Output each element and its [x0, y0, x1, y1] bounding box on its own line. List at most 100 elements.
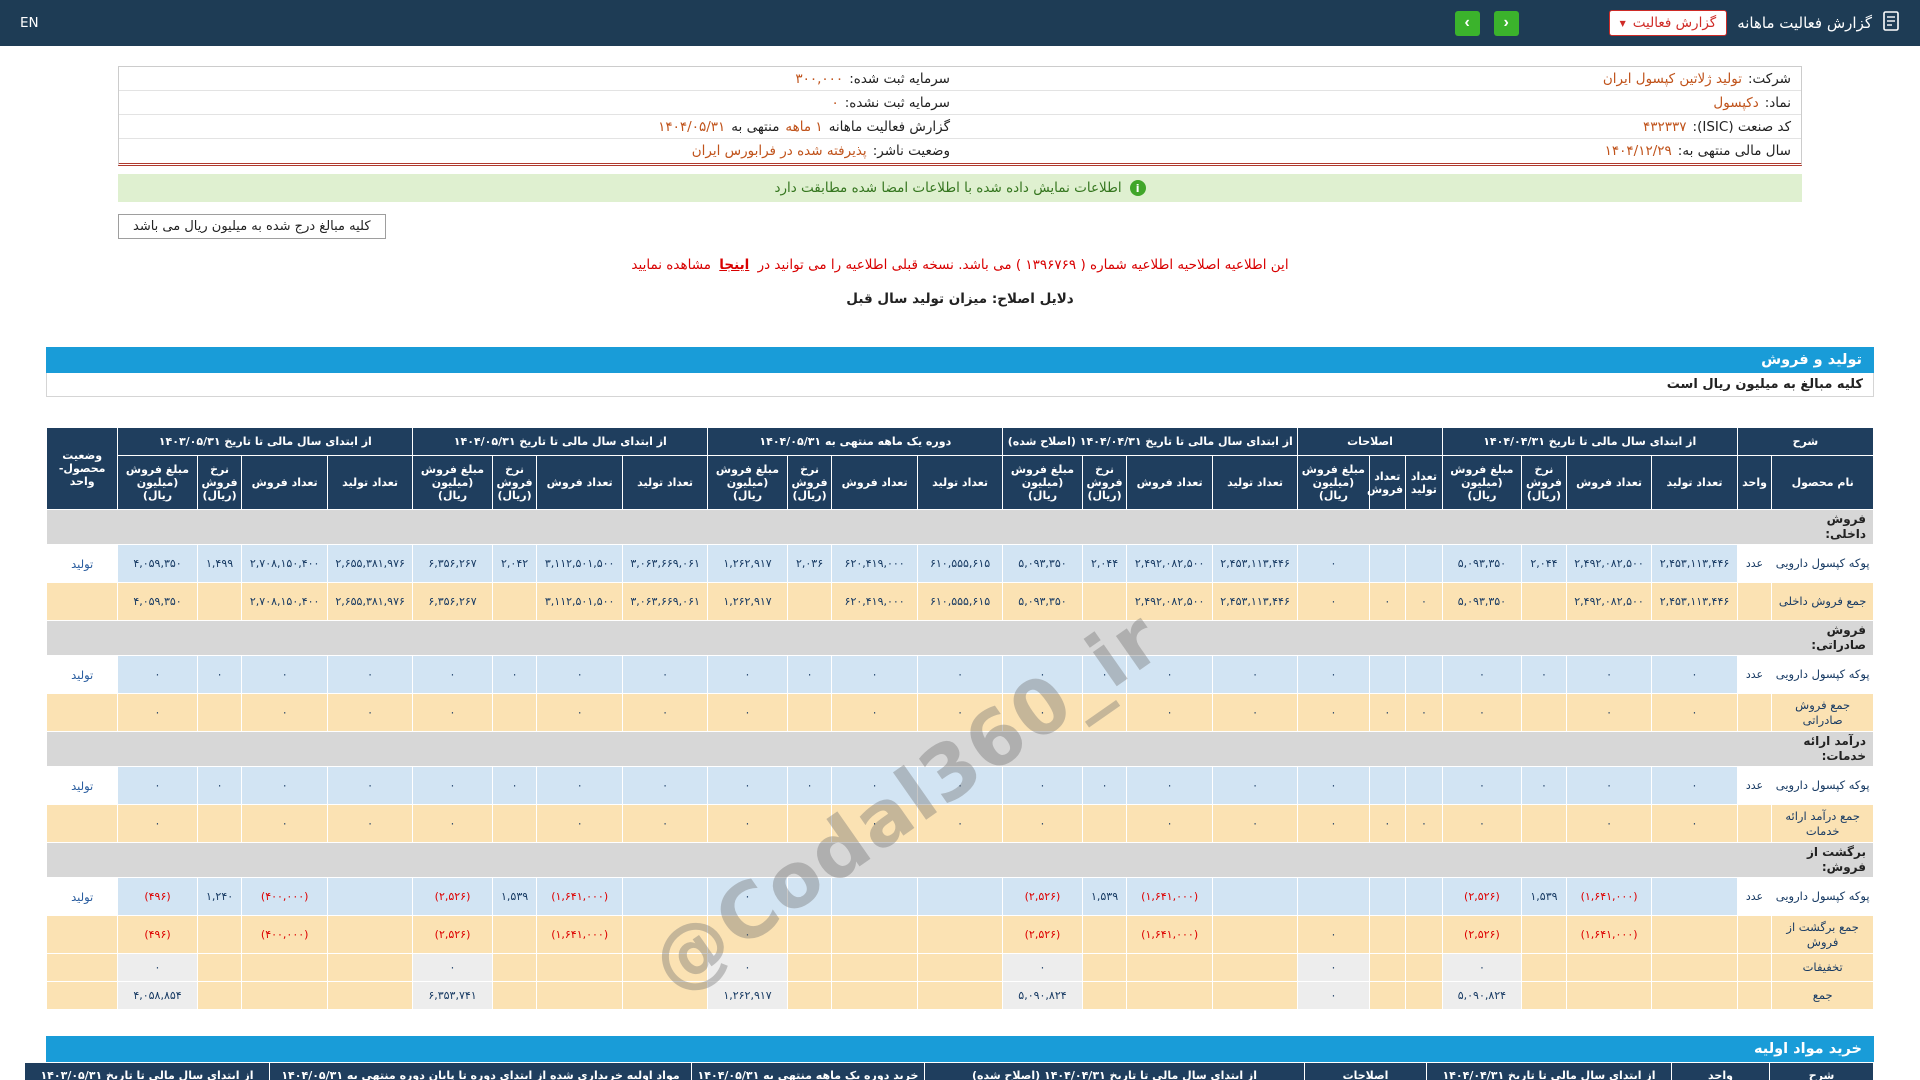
value-cell	[1126, 981, 1213, 1010]
value-cell: ۰	[621, 693, 709, 732]
cell-value: ۰	[744, 668, 751, 681]
cell-value: ۰	[367, 706, 374, 719]
value-cell: ۰	[1565, 766, 1653, 805]
value-cell: ۰	[916, 804, 1004, 843]
section-row: فروش داخلی:	[46, 509, 1874, 545]
value-cell: ۰	[1368, 582, 1407, 621]
value-cell	[1368, 915, 1407, 954]
group-header-cell: از ابتدای سال مالی تا تاریخ ۱۴۰۴/۰۴/۳۱ (…	[1002, 427, 1299, 456]
value-cell: ۰	[1651, 655, 1738, 694]
cell-value: ۰	[1691, 706, 1698, 719]
value-cell: ۵,۰۹۳,۳۵۰	[1002, 544, 1083, 583]
sub-header-cell: تعداد تولید	[1651, 455, 1738, 510]
value-cell	[196, 981, 243, 1010]
value-cell: ۰	[1441, 953, 1523, 982]
sub-header-cell: تعداد فروش	[536, 455, 623, 510]
cell-value: ۰	[1541, 779, 1547, 792]
cell-value: ۰	[1606, 668, 1613, 681]
cell-value: ۰	[662, 668, 669, 681]
cell-value: ۰	[1101, 668, 1108, 681]
cell-value: ۰	[154, 668, 161, 681]
cell-value: ۲,۴۹۲,۰۸۲,۵۰۰	[1134, 557, 1205, 570]
value-cell	[1405, 766, 1443, 805]
value-cell	[241, 953, 328, 982]
value-cell: ۳,۱۱۲,۵۰۱,۵۰۰	[536, 582, 623, 621]
cell-value: ۰	[1039, 668, 1046, 681]
cell-value: ۰	[662, 817, 669, 830]
value-cell: ۱,۵۳۹	[491, 877, 538, 916]
cell-value: ۰	[1478, 779, 1485, 792]
report-type-badge[interactable]: گزارش فعالیت ▼	[1608, 10, 1728, 36]
cell-value: ۰	[744, 779, 751, 792]
value-cell: (۲,۵۲۶)	[412, 877, 493, 916]
product-name-cell: تخفیفات	[1771, 953, 1874, 982]
cell-value: ۵,۰۹۰,۸۲۴	[1018, 989, 1067, 1002]
value-cell: ۰	[491, 766, 538, 805]
value-cell	[1211, 953, 1299, 982]
cell-value: ۰	[449, 706, 456, 719]
cell-value: ۶۱۰,۵۵۵,۶۱۵	[929, 557, 991, 570]
cell-value: ۰	[871, 706, 878, 719]
cell-value: ۵,۰۹۳,۳۵۰	[1018, 595, 1067, 608]
cell-value: ۰	[1691, 779, 1698, 792]
group-header-cell: از ابتدای سال مالی تا تاریخ ۱۴۰۴/۰۴/۳۱	[1441, 427, 1738, 456]
cell-value: ۰	[154, 706, 161, 719]
status-header-cell: وضعیت محصول-واحد	[45, 427, 119, 510]
cell-value: ۰	[367, 817, 374, 830]
cell-value: ۰	[1420, 595, 1427, 608]
table-row: پوکه کپسول دارویی عدد ۰ ۰ ۰ ۰ ۰ ۰ ۰ ۰ ۰ ۰ ۰ ۰ ۰ ۰ ۰ ۰ ۰ ۰ ۰ ۰…	[45, 655, 1874, 694]
cell-value: ۵,۰۹۳,۳۵۰	[1457, 595, 1507, 608]
table-row: جمع درآمد ارائه خدمات ۰ ۰ ۰ ۰ ۰ ۰ ۰ ۰ ۰ ۰ ۰ ۰ ۰ ۰ ۰ ۰ ۰ ۰	[45, 804, 1874, 843]
cell-value: ۰	[367, 668, 374, 681]
value-cell: ۰	[916, 766, 1004, 805]
value-cell: ۰	[1297, 804, 1370, 843]
value-cell	[241, 981, 328, 1010]
product-name-cell: جمع درآمد ارائه خدمات	[1771, 804, 1874, 843]
value-cell: ۴,۰۵۸,۸۵۴	[117, 981, 198, 1010]
status-cell	[45, 804, 119, 843]
group-header-cell: اصلاحات	[1297, 427, 1443, 456]
value-cell: ۰	[412, 804, 493, 843]
value-cell: ۰	[536, 804, 623, 843]
value-cell: ۰	[241, 693, 328, 732]
info-value: ۰	[831, 94, 839, 111]
value-cell	[196, 953, 243, 982]
purchases-table: شرح واحد از ابتدای سال مالی تا تاریخ ۱۴۰۴/…	[24, 1062, 1874, 1080]
cell-value: ۲,۴۵۳,۱۱۳,۴۴۶	[1220, 595, 1290, 608]
value-cell	[536, 953, 623, 982]
table-row: جمع ۵,۰۹۰,۸۲۴ ۰ ۵,۰۹۰,۸۲۴ ۱,۲۶۲,۹۱۷ ۶,۳۵۳,۷۴۱…	[45, 981, 1874, 1010]
value-cell	[1521, 582, 1567, 621]
value-cell	[1405, 953, 1443, 982]
sub-header-cell: مبلغ فروش (میلیون ریال)	[707, 455, 788, 510]
language-toggle[interactable]: EN	[20, 15, 39, 31]
value-cell	[786, 804, 833, 843]
amendment-link[interactable]: اینجا	[719, 257, 749, 273]
cell-value: ۰	[1252, 817, 1259, 830]
info-label: گزارش فعالیت ماهانه	[828, 118, 950, 135]
sub-header-cell: نرخ فروش (ریال)	[786, 455, 833, 510]
next-announcement-button[interactable]: ›	[1493, 10, 1519, 36]
cell-value: ۱,۵۳۹	[1090, 890, 1119, 903]
purchases-header-cell: مواد اولیه خریداری شده از ابتدای دوره تا…	[269, 1062, 692, 1080]
cell-value: (۴۹۶)	[144, 928, 171, 941]
amendment-text-post: مشاهده نمایید	[631, 257, 711, 273]
product-name-cell: جمع فروش صادراتی	[1771, 693, 1874, 732]
value-cell: ۰	[1521, 766, 1567, 805]
value-cell: ۲,۴۵۳,۱۱۳,۴۴۶	[1651, 544, 1738, 583]
value-cell: ۱,۴۹۹	[196, 544, 243, 583]
value-cell: ۰	[707, 953, 788, 982]
production-amounts-note: کلیه مبالغ به میلیون ریال است	[46, 373, 1874, 397]
cell-value: ۰	[367, 779, 374, 792]
value-cell: ۶,۳۵۶,۲۶۷	[412, 544, 493, 583]
previous-announcement-button[interactable]: ‹	[1454, 10, 1480, 36]
value-cell: ۰	[326, 655, 414, 694]
cell-value: ۲,۶۵۵,۳۸۱,۹۷۶	[335, 595, 405, 608]
value-cell: ۶,۳۵۳,۷۴۱	[412, 981, 493, 1010]
value-cell: ۱,۵۳۹	[1081, 877, 1128, 916]
value-cell: ۱,۵۳۹	[1521, 877, 1567, 916]
value-cell	[831, 981, 918, 1010]
table-row: پوکه کپسول دارویی عدد ۲,۴۵۳,۱۱۳,۴۴۶ ۲,۴۹۲,۰…	[45, 544, 1874, 583]
value-cell	[831, 915, 918, 954]
value-cell: ۰	[621, 655, 709, 694]
production-table-wrap: شرح از ابتدای سال مالی تا تاریخ ۱۴۰۴/۰۴/۳…	[45, 427, 1875, 1010]
